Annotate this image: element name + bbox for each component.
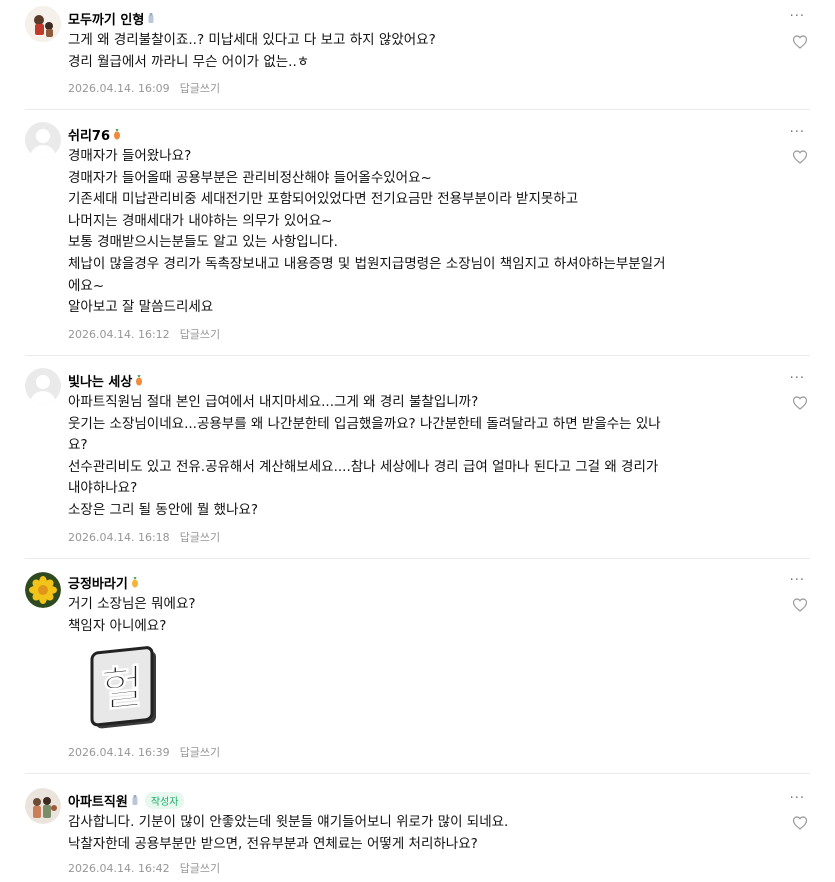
comment-meta: 2026.04.14. 16:42 답글쓰기 [68, 860, 220, 876]
like-heart-icon[interactable] [792, 815, 808, 831]
avatar[interactable] [25, 572, 61, 608]
comment-text: 그게 왜 경리불찰이죠..? 미납세대 있다고 다 보고 하지 않았어요? 경리… [68, 32, 436, 70]
like-heart-icon[interactable] [792, 597, 808, 613]
member-grade-icon [114, 128, 121, 139]
author-badge: 작성자 [144, 791, 185, 809]
nickname-row: 아파트직원 작성자 [68, 790, 185, 810]
nickname[interactable]: 아파트직원 [68, 791, 128, 810]
nickname-row: 빛나는 세상 [68, 370, 143, 390]
like-heart-icon[interactable] [792, 34, 808, 50]
comment-meta: 2026.04.14. 16:09 답글쓰기 [68, 80, 220, 96]
more-options-icon[interactable]: ··· [790, 573, 805, 588]
comment-meta: 2026.04.14. 16:39 답글쓰기 [68, 744, 220, 760]
comment-text: 감사합니다. 기분이 많이 안좋았는데 윗분들 얘기들어보니 위로가 많이 되네… [68, 814, 509, 852]
nickname[interactable]: 모두까기 인형 [68, 9, 144, 28]
sticker-image: 헐 [86, 646, 166, 732]
comment-text: 경매자가 들어왔나요? 경매자가 들어올때 공용부분은 관리비정산해야 들어올수… [68, 148, 666, 316]
nickname[interactable]: 긍정바라기 [68, 573, 128, 592]
character-avatar-image [25, 6, 61, 42]
like-heart-icon[interactable] [792, 149, 808, 165]
nickname-row: 모두까기 인형 [68, 8, 155, 28]
reply-button[interactable]: 답글쓰기 [180, 82, 220, 95]
divider [25, 773, 810, 774]
avatar[interactable] [25, 368, 61, 404]
member-grade-icon [132, 794, 138, 805]
comment-meta: 2026.04.14. 16:12 답글쓰기 [68, 326, 220, 342]
nickname[interactable]: 쉬리76 [68, 125, 110, 144]
comment-date: 2026.04.14. 16:39 [68, 746, 170, 759]
comment-text: 거기 소장님은 뭐에요? 책임자 아니에요? [68, 596, 196, 634]
sticker-text: 헐 [101, 659, 143, 717]
divider [25, 558, 810, 559]
divider [25, 355, 810, 356]
reply-button[interactable]: 답글쓰기 [180, 746, 220, 759]
member-grade-icon [148, 12, 154, 23]
nickname-row: 긍정바라기 [68, 572, 139, 592]
reply-button[interactable]: 답글쓰기 [180, 862, 220, 875]
comment-text: 아파트직원님 절대 본인 급여에서 내지마세요...그게 왜 경리 불찰입니까?… [68, 394, 661, 518]
nickname-row: 쉬리76 [68, 124, 121, 144]
avatar[interactable] [25, 788, 61, 824]
more-options-icon[interactable]: ··· [790, 125, 805, 140]
avatar[interactable] [25, 122, 61, 158]
photo-avatar-image [25, 788, 61, 824]
comment-date: 2026.04.14. 16:18 [68, 531, 170, 544]
reply-button[interactable]: 답글쓰기 [180, 328, 220, 341]
like-heart-icon[interactable] [792, 395, 808, 411]
comment-date: 2026.04.14. 16:09 [68, 82, 170, 95]
divider [25, 109, 810, 110]
comment-date: 2026.04.14. 16:12 [68, 328, 170, 341]
member-grade-icon [136, 374, 143, 385]
more-options-icon[interactable]: ··· [790, 371, 805, 386]
comment-meta: 2026.04.14. 16:18 답글쓰기 [68, 529, 220, 545]
reply-button[interactable]: 답글쓰기 [180, 531, 220, 544]
more-options-icon[interactable]: ··· [790, 9, 805, 24]
avatar[interactable] [25, 6, 61, 42]
member-grade-icon [131, 576, 138, 587]
more-options-icon[interactable]: ··· [790, 791, 805, 806]
comment-date: 2026.04.14. 16:42 [68, 862, 170, 875]
nickname[interactable]: 빛나는 세상 [68, 371, 132, 390]
flower-avatar-image [25, 572, 61, 608]
